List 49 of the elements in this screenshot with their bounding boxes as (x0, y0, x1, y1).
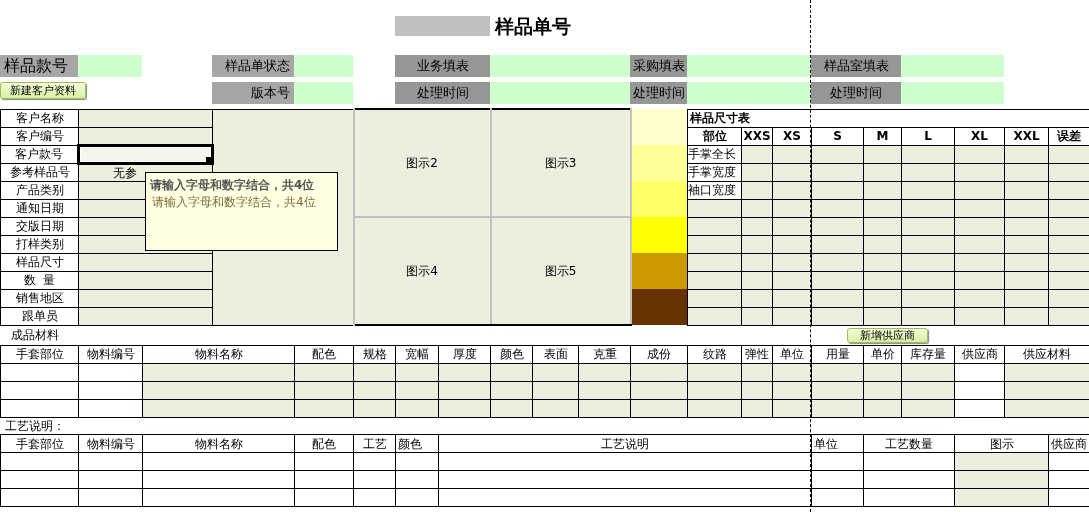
column-header: 规格 (353, 345, 396, 363)
table-title: 样品尺寸表 (687, 109, 1089, 127)
column-header: 工艺说明 (438, 434, 812, 453)
column-header: 手套部位 (0, 434, 79, 453)
column-header: 表面 (532, 345, 579, 363)
column-header: 手套部位 (0, 345, 79, 363)
tooltip-text: 请输入字母和数字结合，共4位 (151, 194, 317, 211)
column-header: 图示 (954, 434, 1049, 453)
column-header: 物料编号 (78, 434, 143, 453)
column-header: 供应商 (954, 345, 1005, 363)
column-header: 纹路 (687, 345, 742, 363)
diagram-area: 图示3 (490, 109, 631, 217)
column-header: 颜色 (395, 434, 439, 453)
field-label: 样品款号 (0, 55, 78, 77)
column-header: 单位 (772, 345, 812, 363)
section-title: 成品材料 (10, 328, 59, 343)
column-header: 颜色 (490, 345, 533, 363)
column-header: 厚度 (438, 345, 491, 363)
field-label: 采购填表 (630, 55, 687, 77)
section-title: 工艺说明： (4, 418, 65, 433)
tooltip-title: 请输入字母和数字结合，共4位 (150, 177, 316, 194)
diagram-area: 图示2 (353, 109, 491, 217)
field-label: 客户名称 (0, 109, 79, 127)
field-label: 处理时间 (630, 82, 687, 104)
column-header: 工艺数量 (863, 434, 955, 453)
column-header: 成份 (630, 345, 688, 363)
diagram-area: 图示4 (353, 217, 491, 325)
column-header: 供应商 (1048, 434, 1089, 453)
column-header: 宽幅 (395, 345, 439, 363)
column-header: 物料编号 (78, 345, 143, 363)
field-label: 处理时间 (395, 82, 490, 104)
field-label: 处理时间 (811, 82, 901, 104)
field-label: 版本号 (212, 82, 294, 104)
column-header: 供应材料 (1004, 345, 1089, 363)
diagram-area: 图示5 (490, 217, 631, 325)
column-header: 工艺 (353, 434, 396, 453)
field-label: 样品室填表 (811, 55, 901, 77)
column-header: 用量 (811, 345, 864, 363)
column-header: 配色 (294, 345, 354, 363)
column-header: 物料名称 (142, 345, 295, 363)
column-header: 单价 (863, 345, 902, 363)
column-header: 配色 (294, 434, 354, 453)
column-header: 库存量 (901, 345, 955, 363)
column-header: 物料名称 (142, 434, 295, 453)
column-header: 弹性 (741, 345, 773, 363)
column-header: 克重 (578, 345, 631, 363)
column-header: 单位 (811, 434, 864, 453)
field-label: 业务填表 (395, 55, 490, 77)
field-label: 样品单状态 (212, 55, 294, 77)
